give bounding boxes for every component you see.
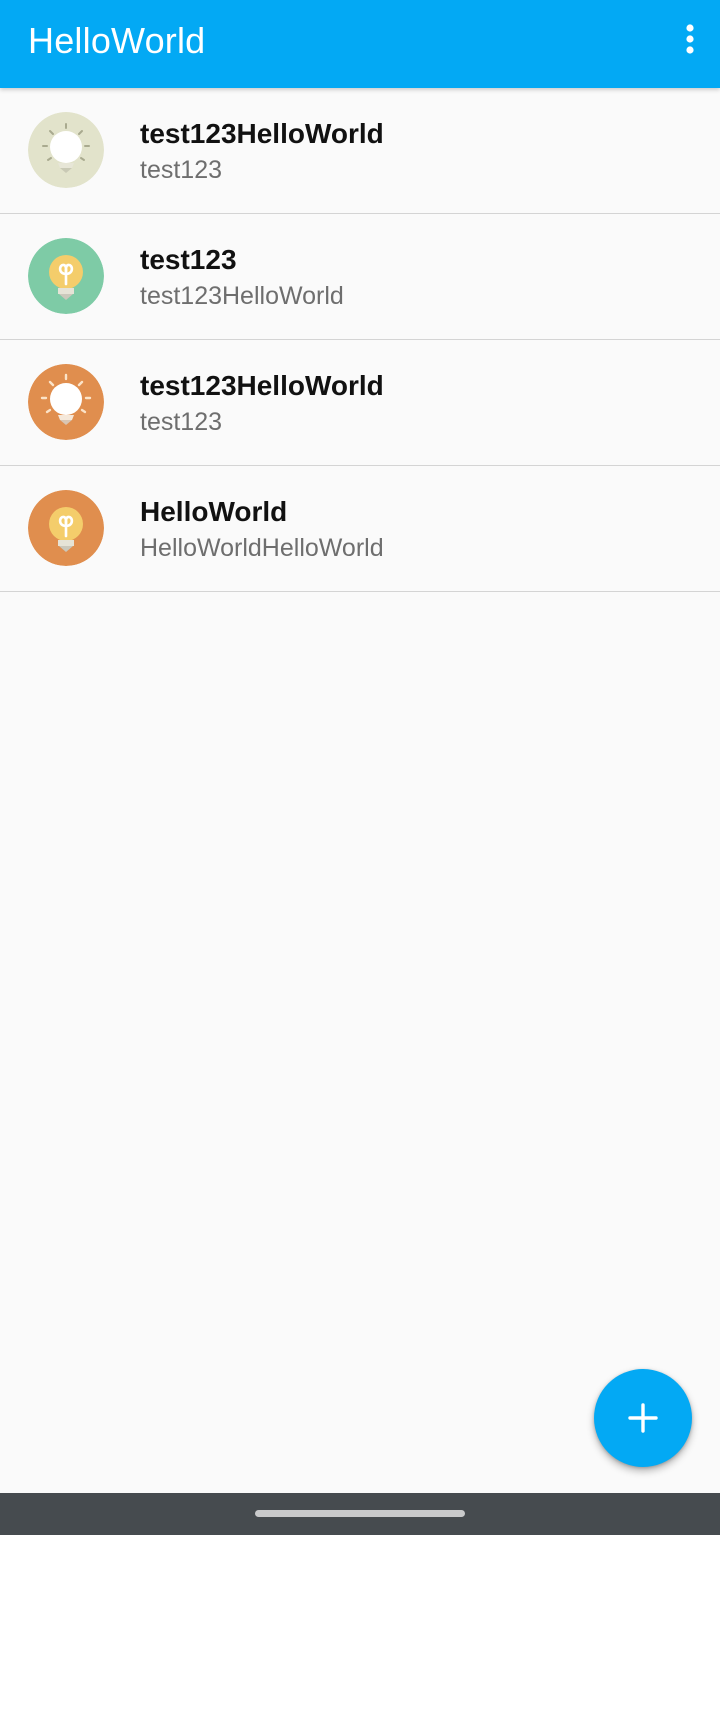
- note-subtitle: test123: [140, 156, 223, 184]
- app-bar: HelloWorld: [0, 0, 720, 88]
- plus-icon: [628, 1403, 658, 1433]
- blank-area: [0, 1535, 720, 1712]
- note-title: test123: [140, 244, 237, 275]
- lightbulb-off-icon: [28, 490, 104, 566]
- app-title: HelloWorld: [28, 20, 206, 61]
- note-subtitle: test123HelloWorld: [140, 282, 344, 310]
- note-title: HelloWorld: [140, 496, 288, 527]
- note-list: test123HelloWorld test123 test123 test12…: [0, 88, 720, 592]
- list-item[interactable]: HelloWorld HelloWorldHelloWorld: [0, 466, 720, 592]
- list-item[interactable]: test123 test123HelloWorld: [0, 214, 720, 340]
- lightbulb-on-icon: [28, 112, 104, 188]
- system-nav-bar: [0, 1493, 720, 1535]
- note-title: test123HelloWorld: [140, 370, 384, 401]
- home-handle[interactable]: [255, 1510, 465, 1517]
- list-item[interactable]: test123HelloWorld test123: [0, 340, 720, 466]
- lightbulb-off-icon: [28, 238, 104, 314]
- more-vert-icon[interactable]: [670, 19, 710, 59]
- note-subtitle: HelloWorldHelloWorld: [140, 534, 384, 562]
- note-title: test123HelloWorld: [140, 118, 384, 149]
- list-item[interactable]: test123HelloWorld test123: [0, 88, 720, 214]
- note-subtitle: test123: [140, 408, 223, 436]
- lightbulb-on-icon: [28, 364, 104, 440]
- add-note-button[interactable]: [594, 1369, 692, 1467]
- app-screen: HelloWorld test123HelloWorld test123 tes…: [0, 0, 720, 1493]
